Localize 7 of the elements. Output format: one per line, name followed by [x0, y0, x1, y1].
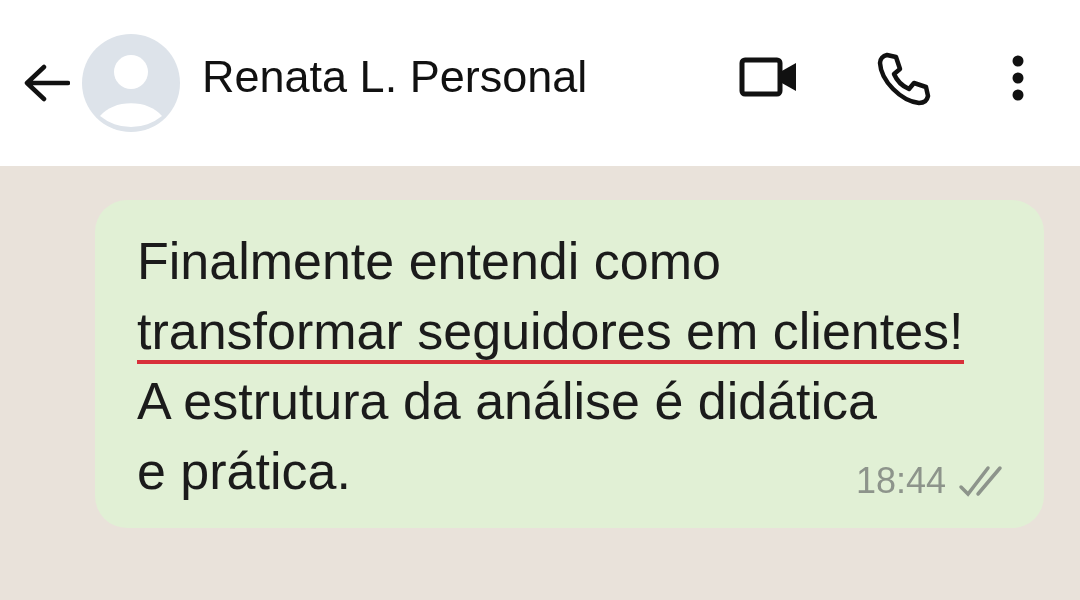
contact-name: Renata L. Personal [202, 51, 589, 103]
double-check-icon [958, 465, 1004, 497]
back-arrow-icon[interactable] [22, 63, 70, 103]
message-time: 18:44 [855, 460, 946, 502]
more-options-icon[interactable] [1011, 55, 1025, 101]
video-call-icon[interactable] [739, 55, 799, 99]
phone-icon[interactable] [875, 51, 931, 107]
